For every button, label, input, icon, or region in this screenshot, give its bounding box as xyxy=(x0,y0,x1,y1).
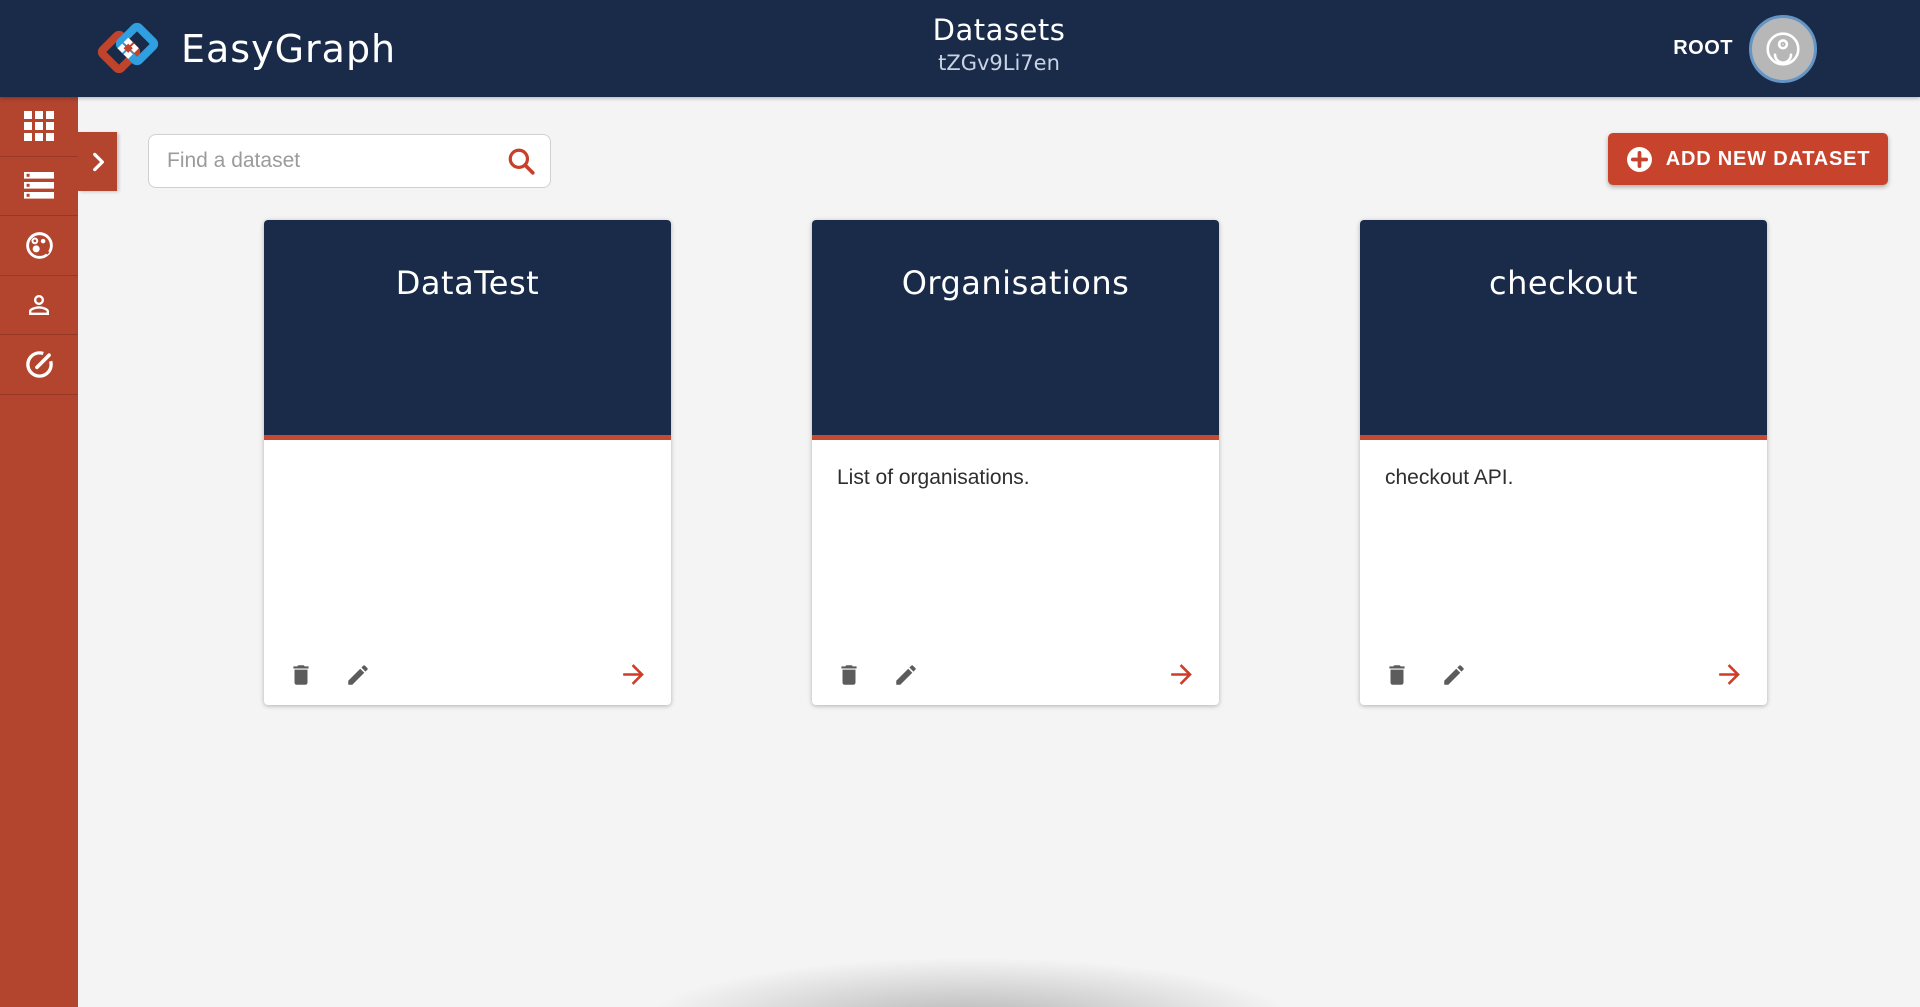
edit-dataset-button[interactable] xyxy=(1441,662,1467,688)
search-input[interactable] xyxy=(149,135,506,187)
edit-dataset-button[interactable] xyxy=(893,662,919,688)
page-title: Datasets xyxy=(932,13,1066,47)
dataset-title: DataTest xyxy=(395,264,540,302)
dataset-title: checkout xyxy=(1489,264,1638,302)
dataset-card-body xyxy=(264,440,671,705)
bottom-edge-shadow xyxy=(520,922,1420,1007)
dataset-card-actions xyxy=(836,659,1197,690)
page-subtitle: tZGv9Li7en xyxy=(938,51,1060,76)
easygraph-logo-icon xyxy=(95,20,161,78)
dataset-card-header: checkout xyxy=(1360,220,1767,435)
add-new-dataset-label: ADD NEW DATASET xyxy=(1665,147,1871,170)
search-button[interactable] xyxy=(506,146,536,176)
delete-dataset-button[interactable] xyxy=(288,662,314,688)
plus-circle-icon xyxy=(1626,146,1653,173)
dataset-card[interactable]: checkout checkout API. xyxy=(1360,220,1767,705)
user-area: ROOT xyxy=(1673,0,1817,97)
brand[interactable]: EasyGraph xyxy=(95,0,396,97)
sidebar-item-appearance[interactable] xyxy=(0,216,78,276)
person-icon xyxy=(24,290,54,320)
brand-name: EasyGraph xyxy=(181,26,397,71)
dataset-title: Organisations xyxy=(901,264,1130,302)
app-bar: EasyGraph Datasets tZGv9Li7en ROOT xyxy=(0,0,1920,97)
account-circle-icon xyxy=(1763,29,1803,69)
trash-icon xyxy=(836,662,862,688)
dataset-card-header: DataTest xyxy=(264,220,671,435)
delete-dataset-button[interactable] xyxy=(1384,662,1410,688)
grid-icon xyxy=(24,111,54,142)
gauge-icon xyxy=(24,349,55,380)
chevron-right-icon xyxy=(85,149,111,175)
dataset-card[interactable]: DataTest xyxy=(264,220,671,705)
dataset-card-grid: DataTest Organisations List of organisat… xyxy=(264,220,1767,705)
palette-icon xyxy=(24,230,55,261)
pencil-icon xyxy=(1441,662,1467,688)
sidebar-item-performance[interactable] xyxy=(0,335,78,395)
trash-icon xyxy=(1384,662,1410,688)
sidebar-item-datasets[interactable] xyxy=(0,157,78,216)
sidebar-item-users[interactable] xyxy=(0,276,78,335)
trash-icon xyxy=(288,662,314,688)
open-dataset-button[interactable] xyxy=(1714,659,1745,690)
pencil-icon xyxy=(345,662,371,688)
edit-dataset-button[interactable] xyxy=(345,662,371,688)
open-dataset-button[interactable] xyxy=(1166,659,1197,690)
user-label: ROOT xyxy=(1673,37,1733,59)
search-box xyxy=(148,134,551,188)
arrow-right-icon xyxy=(618,659,649,690)
user-avatar-button[interactable] xyxy=(1749,14,1817,83)
arrow-right-icon xyxy=(1166,659,1197,690)
dataset-description: checkout API. xyxy=(1385,466,1514,489)
dataset-card-body: checkout API. xyxy=(1360,440,1767,705)
dataset-card[interactable]: Organisations List of organisations. xyxy=(812,220,1219,705)
open-dataset-button[interactable] xyxy=(618,659,649,690)
dataset-card-actions xyxy=(288,659,649,690)
sidebar-item-apps[interactable] xyxy=(0,97,78,157)
page-title-block: Datasets tZGv9Li7en xyxy=(933,12,1066,77)
arrow-right-icon xyxy=(1714,659,1745,690)
dataset-description xyxy=(264,440,671,464)
dataset-card-body: List of organisations. xyxy=(812,440,1219,705)
dataset-card-actions xyxy=(1384,659,1745,690)
list-icon xyxy=(23,172,55,199)
search-icon xyxy=(506,146,536,176)
add-new-dataset-button[interactable]: ADD NEW DATASET xyxy=(1608,133,1888,185)
sidebar-expand-button[interactable] xyxy=(78,132,117,191)
delete-dataset-button[interactable] xyxy=(836,662,862,688)
dataset-card-header: Organisations xyxy=(812,220,1219,435)
dataset-description: List of organisations. xyxy=(837,466,1030,489)
pencil-icon xyxy=(893,662,919,688)
sidebar xyxy=(0,97,78,1007)
